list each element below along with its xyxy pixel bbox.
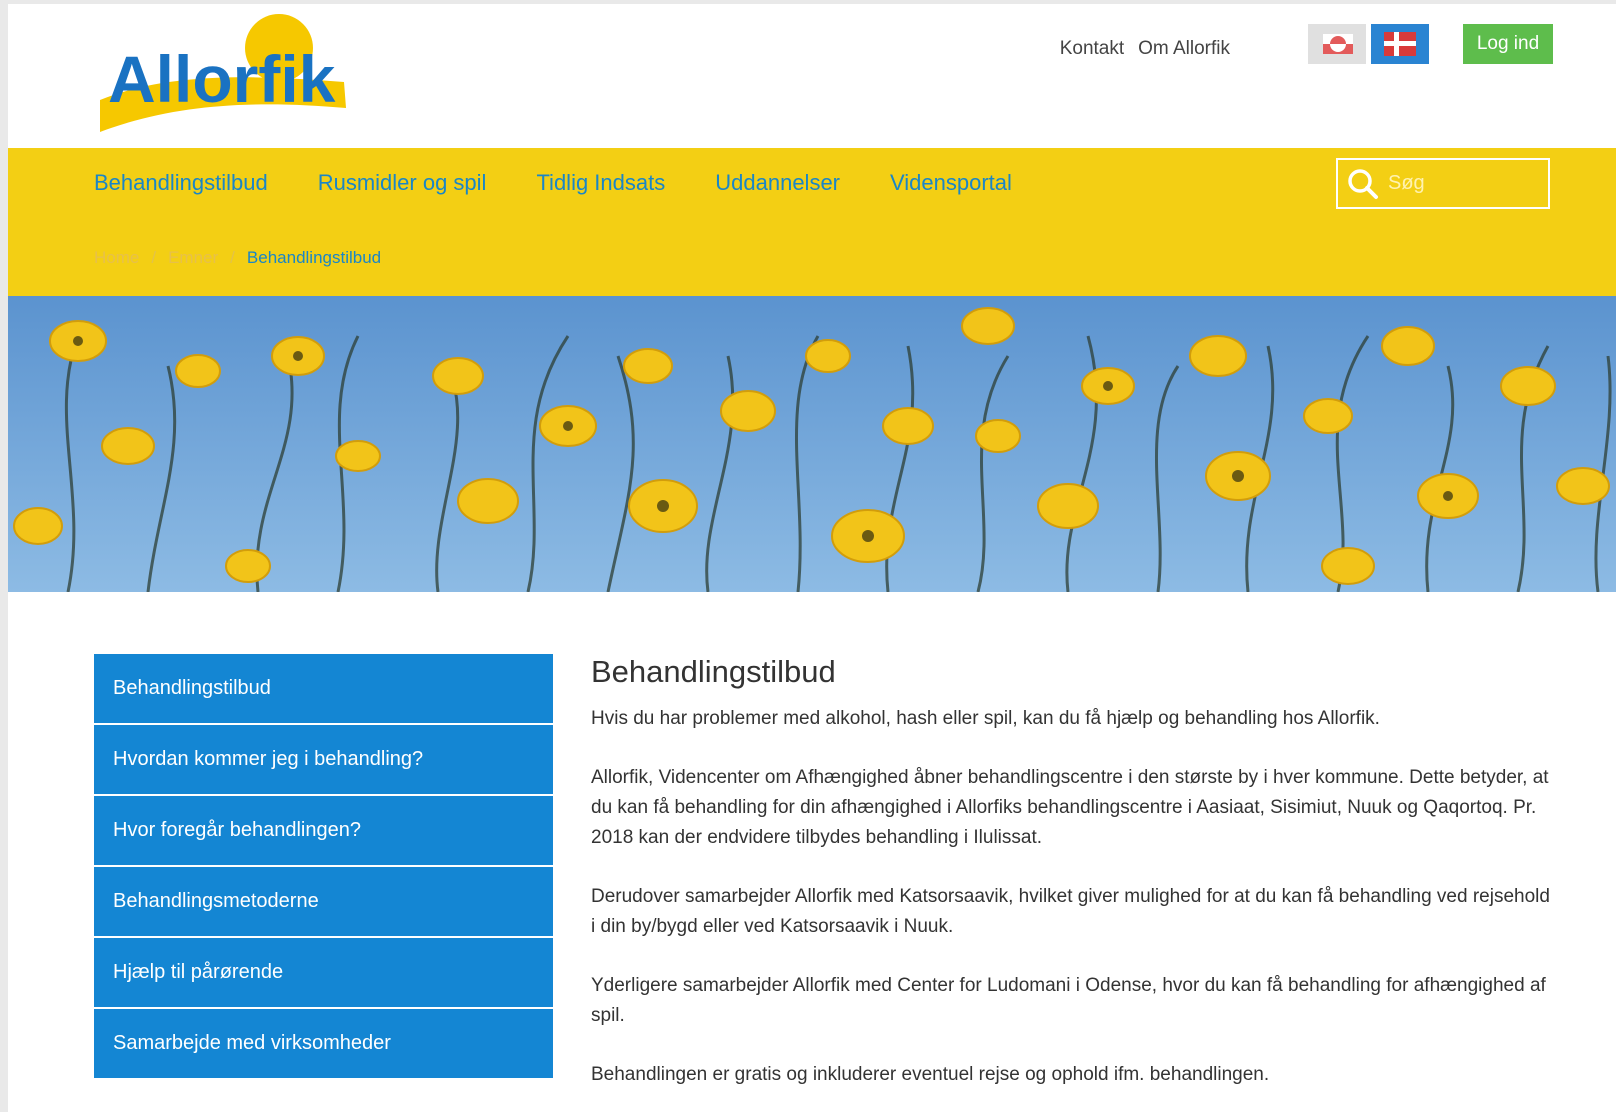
logo-graphic: Allorfik [100,14,346,132]
content-paragraph: Allorfik, Videncenter om Afhængighed åbn… [591,767,1549,848]
main-content: Behandlingstilbud Hvis du har problemer … [591,654,1551,1112]
content-paragraph: Hvis du har problemer med alkohol, hash … [591,708,1380,729]
denmark-flag-icon[interactable] [1371,24,1429,64]
page: Allorfik Kontakt Om Allorfik Log ind Beh… [8,4,1616,1112]
search-box [1336,158,1550,209]
breadcrumb: Home / Emner / Behandlingstilbud [94,248,381,268]
breadcrumb-separator: / [151,248,157,267]
nav-item-behandlingstilbud[interactable]: Behandlingstilbud [94,170,268,196]
logo-text: Allorfik [108,42,336,116]
nav-item-rusmidler[interactable]: Rusmidler og spil [318,170,487,196]
sidebar-item-hvordan-kommer-jeg[interactable]: Hvordan kommer jeg i behandling? [94,725,553,796]
main-nav: Behandlingstilbud Rusmidler og spil Tidl… [94,170,1012,196]
content-paragraph: Yderligere samarbejder Allorfik med Cent… [591,975,1546,1026]
hero-image [8,296,1616,592]
main-nav-band: Behandlingstilbud Rusmidler og spil Tidl… [8,148,1616,296]
sidebar-item-behandlingstilbud[interactable]: Behandlingstilbud [94,654,553,725]
about-link[interactable]: Om Allorfik [1138,38,1230,60]
sidebar-item-hjaelp-paaroerende[interactable]: Hjælp til pårørende [94,938,553,1009]
content-paragraph: Behandlingen er gratis og inkluderer eve… [591,1064,1270,1085]
nav-item-uddannelser[interactable]: Uddannelser [715,170,840,196]
breadcrumb-home[interactable]: Home [94,248,139,268]
page-title: Behandlingstilbud [591,654,836,689]
content-paragraph: Derudover samarbejder Allorfik med Katso… [591,886,1550,937]
greenland-flag-graphic [1323,34,1353,54]
greenland-flag-icon[interactable] [1308,24,1366,64]
nav-item-tidlig-indsats[interactable]: Tidlig Indsats [536,170,665,196]
login-button[interactable]: Log ind [1463,24,1553,64]
sidebar-item-behandlingsmetoderne[interactable]: Behandlingsmetoderne [94,867,553,938]
breadcrumb-current: Behandlingstilbud [246,248,382,267]
sidebar-item-hvor-foregaar[interactable]: Hvor foregår behandlingen? [94,796,553,867]
breadcrumb-emner[interactable]: Emner [168,248,218,268]
top-links: Kontakt Om Allorfik [1060,38,1230,60]
search-icon[interactable] [1346,167,1380,201]
sidebar-menu: Behandlingstilbud Hvordan kommer jeg i b… [94,654,553,1080]
sidebar-item-samarbejde-virksomheder[interactable]: Samarbejde med virksomheder [94,1009,553,1080]
nav-item-vidensportal[interactable]: Vidensportal [890,170,1012,196]
denmark-flag-graphic [1384,32,1416,56]
allorfik-logo[interactable]: Allorfik [94,12,352,134]
search-input[interactable] [1386,171,1540,196]
hero-flowers-graphic [8,296,1616,592]
contact-link[interactable]: Kontakt [1060,38,1124,60]
breadcrumb-separator: / [230,248,235,267]
